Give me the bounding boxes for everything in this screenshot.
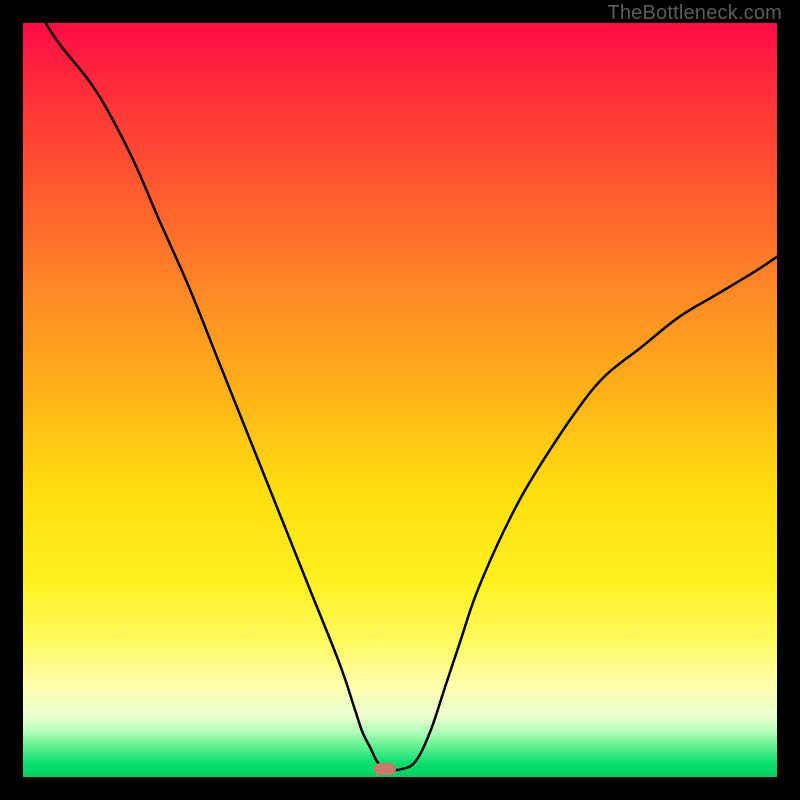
optimal-point-marker xyxy=(374,763,396,775)
bottleneck-curve xyxy=(23,23,777,777)
plot-area xyxy=(23,23,777,777)
chart-frame: TheBottleneck.com xyxy=(0,0,800,800)
watermark-text: TheBottleneck.com xyxy=(607,2,782,25)
